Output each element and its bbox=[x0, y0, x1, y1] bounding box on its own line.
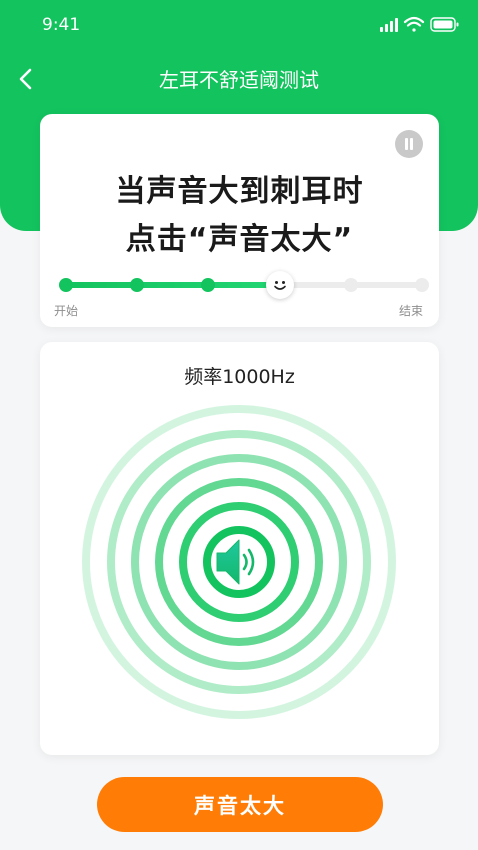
signal-icon bbox=[380, 18, 398, 32]
status-time: 9:41 bbox=[42, 15, 81, 35]
status-icons bbox=[380, 16, 459, 32]
instruction-card: 当声音大到刺耳时 点击“声音太大” 开始 结束 bbox=[40, 114, 439, 327]
smiley-icon bbox=[273, 281, 286, 290]
frequency-label: 频率1000Hz bbox=[184, 366, 295, 388]
wifi-icon bbox=[403, 16, 425, 32]
nav-bar: 左耳不舒适阈测试 bbox=[0, 54, 478, 100]
progress-end-label: 结束 bbox=[398, 304, 423, 318]
sound-rings bbox=[82, 405, 396, 719]
status-bar: 9:41 bbox=[0, 0, 478, 50]
progress-step-dot bbox=[343, 278, 358, 292]
progress-current-marker bbox=[265, 271, 294, 299]
progress-step-dot bbox=[415, 278, 429, 292]
battery-icon bbox=[430, 17, 459, 32]
pause-icon bbox=[405, 138, 408, 150]
progress-track bbox=[59, 271, 429, 299]
test-card: 频率1000Hz bbox=[40, 342, 439, 755]
progress-start-label: 开始 bbox=[54, 304, 79, 318]
instruction-line-1: 当声音大到刺耳时 bbox=[115, 174, 364, 209]
progress-step-dot bbox=[201, 278, 216, 292]
progress-step-dot bbox=[59, 278, 73, 292]
page-title: 左耳不舒适阈测试 bbox=[159, 68, 319, 92]
pause-button[interactable] bbox=[395, 130, 423, 158]
speaker-icon bbox=[216, 539, 255, 585]
too-loud-button[interactable]: 声音太大 bbox=[97, 777, 383, 832]
pause-icon bbox=[410, 138, 413, 150]
progress-track-fill bbox=[66, 282, 280, 288]
instruction-line-2: 点击“声音太大” bbox=[125, 222, 354, 257]
progress-step-dot bbox=[130, 278, 145, 292]
